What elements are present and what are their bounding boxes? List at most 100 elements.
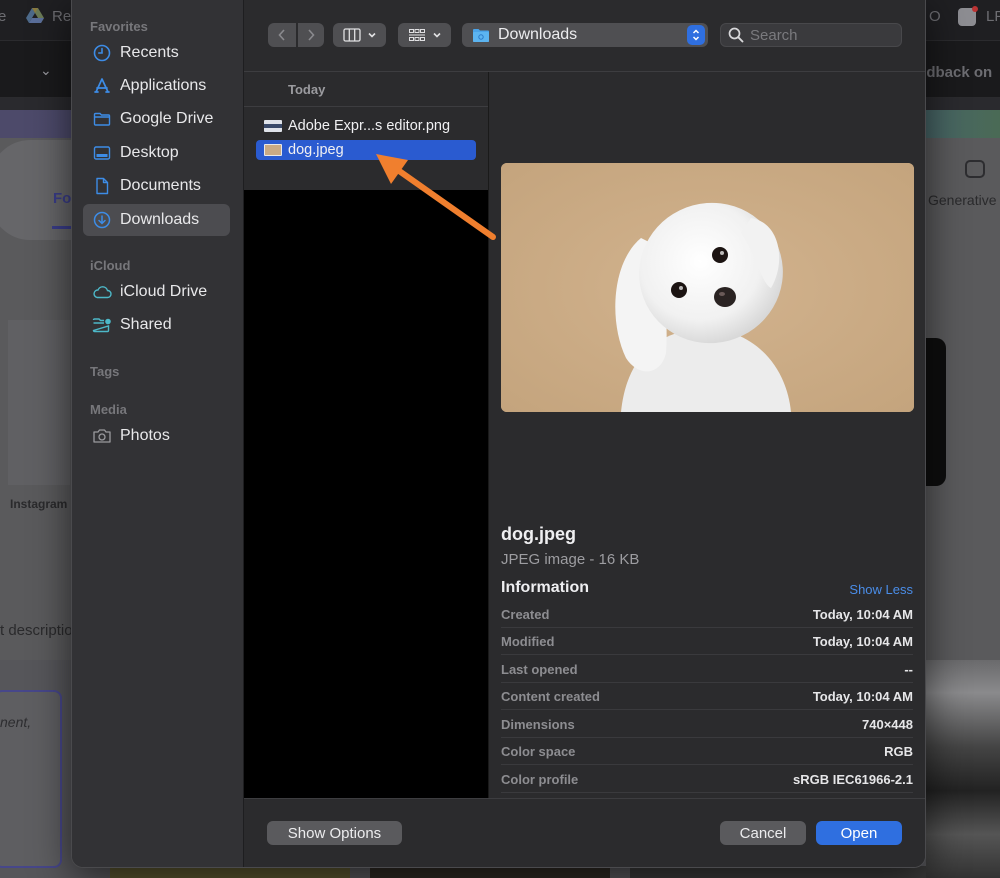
metadata-row-dimensions: Dimensions 740×448 — [501, 711, 913, 738]
metadata-row-last-opened: Last opened -- — [501, 656, 913, 683]
show-options-button[interactable]: Show Options — [267, 821, 402, 845]
chevron-down-icon — [367, 32, 376, 38]
group-header: Today — [244, 72, 488, 107]
sidebar-item-shared[interactable]: Shared — [83, 309, 230, 341]
shared-folder-icon — [92, 315, 112, 335]
metadata-key: Modified — [501, 634, 555, 649]
mountain-image — [926, 660, 1000, 878]
sidebar-item-desktop[interactable]: Desktop — [83, 137, 230, 169]
sidebar-item-label: Documents — [120, 177, 201, 194]
search-input[interactable] — [750, 26, 890, 44]
sidebar-item-documents[interactable]: Documents — [83, 170, 230, 202]
png-file-icon — [264, 120, 282, 132]
sidebar-item-label: Desktop — [120, 144, 179, 161]
sidebar-section-icloud: iCloud — [90, 258, 131, 273]
chevron-left-icon — [278, 29, 285, 41]
sidebar-section-favorites: Favorites — [90, 19, 148, 34]
metadata-row-created: Created Today, 10:04 AM — [501, 601, 913, 628]
cloud-icon — [92, 282, 112, 302]
file-name: Adobe Expr...s editor.png — [288, 118, 451, 134]
metadata-key: Color space — [501, 744, 576, 759]
sidebar-item-label: Downloads — [120, 211, 200, 228]
metadata-key: Created — [501, 607, 550, 622]
sidebar-item-downloads[interactable]: Downloads — [83, 204, 230, 236]
dialog-toolbar: Downloads — [244, 0, 925, 72]
location-popup[interactable]: Downloads — [462, 23, 708, 47]
sidebar-item-label: iCloud Drive — [120, 283, 208, 300]
generative-tab[interactable]: Generative — [928, 192, 996, 208]
template-label: Instagram — [10, 497, 68, 511]
browser-tab[interactable]: Re — [52, 8, 71, 25]
search-field[interactable] — [720, 23, 902, 47]
metadata-value: sRGB IEC61966-2.1 — [793, 772, 913, 787]
file-row-selected[interactable]: dog.jpeg — [256, 140, 476, 160]
preview-pane: dog.jpeg JPEG image - 16 KB Information … — [489, 72, 925, 798]
applications-icon — [92, 76, 112, 96]
group-header-label: Today — [288, 82, 326, 97]
dialog-footer: Show Options Cancel Open — [244, 798, 925, 867]
sidebar-item-icloud-drive[interactable]: iCloud Drive — [83, 276, 230, 308]
metadata-row-content-created: Content created Today, 10:04 AM — [501, 683, 913, 710]
camera-icon — [92, 426, 112, 446]
template-thumbnail[interactable] — [8, 320, 70, 485]
prompt-placeholder: nent, — [0, 714, 32, 730]
browser-tab[interactable]: O — [929, 8, 941, 25]
sidebar-section-media: Media — [90, 402, 127, 417]
cancel-button[interactable]: Cancel — [720, 821, 806, 845]
search-icon — [728, 27, 744, 43]
dog-photo — [501, 163, 914, 412]
columns-view-icon — [342, 28, 361, 42]
jpeg-file-icon — [264, 144, 282, 156]
chevron-down-icon[interactable]: ⌄ — [40, 62, 52, 79]
metadata-value: Today, 10:04 AM — [812, 689, 913, 704]
file-name: dog.jpeg — [288, 142, 344, 158]
sidebar-item-google-drive[interactable]: Google Drive — [83, 103, 230, 135]
grid-group-icon — [408, 29, 425, 41]
generative-icon — [965, 160, 985, 178]
clock-icon — [92, 43, 112, 63]
sidebar-item-label: Google Drive — [120, 110, 214, 127]
browser-tab[interactable]: e — [0, 8, 6, 25]
metadata-value: Today, 10:04 AM — [812, 607, 913, 622]
view-mode-button[interactable] — [333, 23, 386, 47]
downloads-folder-icon — [473, 28, 489, 42]
tab-label[interactable]: Fo — [53, 190, 71, 207]
sidebar-item-photos[interactable]: Photos — [83, 420, 230, 452]
back-button[interactable] — [268, 23, 296, 47]
information-heading: Information — [501, 579, 589, 596]
browser-tab[interactable]: LF — [986, 8, 1000, 25]
image-preview — [501, 163, 914, 412]
up-down-chevron-icon — [687, 25, 705, 45]
file-row[interactable]: Adobe Expr...s editor.png — [256, 116, 476, 136]
sidebar-item-label: Applications — [120, 77, 207, 94]
file-column[interactable]: Today Adobe Expr...s editor.png dog.jpeg — [244, 72, 488, 798]
show-less-link[interactable]: Show Less — [849, 582, 913, 597]
clickup-icon — [958, 6, 978, 26]
phone-mockup — [926, 338, 946, 486]
folder-icon — [92, 109, 112, 129]
forward-button[interactable] — [298, 23, 324, 47]
preview-file-kind: JPEG image - 16 KB — [501, 551, 640, 568]
sidebar-item-recents[interactable]: Recents — [83, 37, 230, 69]
metadata-value: RGB — [884, 744, 913, 759]
open-file-dialog: Favorites Recents Applications Google Dr… — [71, 0, 926, 868]
file-column-content: Today Adobe Expr...s editor.png dog.jpeg — [244, 72, 488, 190]
sidebar: Favorites Recents Applications Google Dr… — [72, 0, 244, 867]
metadata-value: 740×448 — [862, 717, 913, 732]
document-icon — [92, 176, 112, 196]
sidebar-item-label: Shared — [120, 316, 172, 333]
metadata-key: Color profile — [501, 772, 579, 787]
metadata-key: Content created — [501, 689, 600, 704]
open-button[interactable]: Open — [816, 821, 902, 845]
google-drive-icon — [26, 8, 44, 23]
prompt-label: t description — [0, 622, 81, 639]
sidebar-item-applications[interactable]: Applications — [83, 70, 230, 102]
group-by-button[interactable] — [398, 23, 451, 47]
sidebar-item-label: Photos — [120, 427, 170, 444]
sidebar-section-tags: Tags — [90, 364, 120, 379]
feedback-link[interactable]: edback on — [918, 64, 992, 81]
sidebar-item-label: Recents — [120, 44, 179, 61]
desktop-icon — [92, 143, 112, 163]
metadata-key: Last opened — [501, 662, 578, 677]
chevron-down-icon — [432, 32, 441, 38]
